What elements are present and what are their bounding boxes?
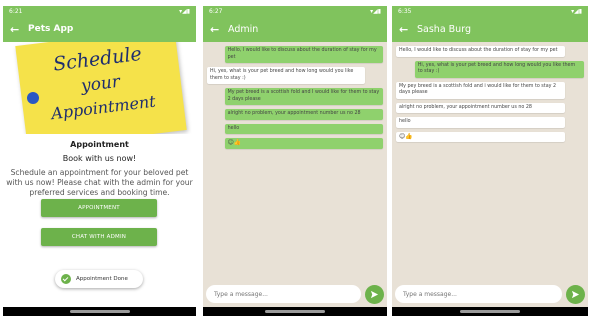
- chat-message: alright no problem, your appointment num…: [224, 109, 383, 120]
- status-time: 6:27: [209, 7, 223, 15]
- check-icon: [61, 274, 71, 284]
- chat-title: Sasha Burg: [417, 23, 471, 35]
- home-handle[interactable]: [69, 310, 130, 313]
- app-bar: ← Pets App: [3, 16, 196, 42]
- appointment-banner: Schedule your Appointment: [3, 42, 196, 134]
- navigation-bar: [392, 307, 588, 316]
- status-time: 6:35: [398, 7, 412, 15]
- customer-chat-screen: 6:35 ▾◢▮ ← Sasha Burg Hello, I would lik…: [392, 6, 588, 316]
- chat-message: alright no problem, your appointment num…: [396, 102, 566, 113]
- app-bar: ← Sasha Burg: [392, 16, 588, 42]
- send-icon: [571, 290, 580, 298]
- back-arrow-icon[interactable]: ←: [210, 23, 228, 36]
- message-input[interactable]: [206, 285, 361, 303]
- navigation-bar: [3, 307, 196, 316]
- appointment-done-label: Appointment Done: [76, 276, 128, 282]
- chat-message: Hi, yes, what is your pet breed and how …: [414, 60, 584, 78]
- send-button[interactable]: [566, 284, 585, 304]
- chat-message: hello: [396, 117, 566, 128]
- back-arrow-icon[interactable]: ←: [10, 23, 28, 36]
- send-button[interactable]: [365, 284, 384, 304]
- chat-title: Admin: [228, 23, 259, 35]
- message-list: Hello, I would like to discuss about the…: [203, 42, 387, 157]
- home-handle[interactable]: [460, 310, 520, 313]
- home-handle[interactable]: [265, 310, 325, 313]
- chat-message: Hi, yes, what is your pet breed and how …: [207, 67, 366, 84]
- appointment-button[interactable]: APPOINTMENT: [41, 199, 157, 217]
- message-input-bar: [392, 283, 588, 305]
- navigation-bar: [203, 307, 387, 316]
- back-arrow-icon[interactable]: ←: [399, 23, 417, 36]
- pets-app-screen: 6:21 ▾◢▮ ← Pets App Schedule your Appoin…: [3, 6, 196, 316]
- send-icon: [370, 290, 379, 298]
- status-bar: 6:21 ▾◢▮: [3, 6, 196, 16]
- appointment-done-button[interactable]: Appointment Done: [55, 270, 143, 288]
- app-title: Pets App: [28, 24, 74, 34]
- status-time: 6:21: [9, 7, 23, 15]
- message-list: Hello, I would like to discuss about the…: [392, 42, 588, 150]
- battery-icon: ▾◢▮: [179, 7, 190, 15]
- message-input[interactable]: [395, 285, 562, 303]
- chat-message: hello: [224, 123, 383, 134]
- chat-message: Hello, I would like to discuss about the…: [396, 46, 566, 57]
- chat-message-emoji: 😊👍: [224, 138, 383, 149]
- chat-message-emoji: 😊👍: [396, 131, 566, 142]
- status-bar: 6:27 ▾◢▮: [203, 6, 387, 16]
- chat-message: My pey breed is a scottish fold and i wo…: [396, 81, 566, 99]
- app-bar: ← Admin: [203, 16, 387, 42]
- chat-message: Hello, I would like to discuss about the…: [224, 46, 383, 63]
- appointment-heading: Appointment: [70, 140, 129, 149]
- pushpin-icon: [27, 92, 39, 104]
- admin-chat-screen: 6:27 ▾◢▮ ← Admin Hello, I would like to …: [203, 6, 387, 316]
- status-bar: 6:35 ▾◢▮: [392, 6, 588, 16]
- chat-message: My pet breed is a scottish fold and I wo…: [224, 88, 383, 105]
- appointment-description: Schedule an appointment for your beloved…: [6, 168, 193, 197]
- battery-icon: ▾◢▮: [370, 7, 381, 15]
- appointment-subheading: Book with us now!: [62, 154, 137, 163]
- sticky-note: Schedule your Appointment: [15, 42, 187, 134]
- chat-with-admin-button[interactable]: CHAT WITH ADMIN: [41, 228, 157, 246]
- battery-icon: ▾◢▮: [571, 7, 582, 15]
- message-input-bar: [203, 283, 387, 305]
